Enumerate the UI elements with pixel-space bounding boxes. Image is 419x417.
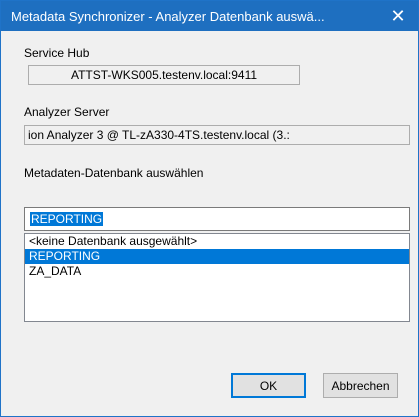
cancel-button[interactable]: Abbrechen <box>323 373 398 398</box>
database-select-label: Metadaten-Datenbank auswählen <box>24 166 204 180</box>
close-icon[interactable]: ✕ <box>378 1 418 31</box>
list-item[interactable]: REPORTING <box>25 249 409 264</box>
service-hub-field: ATTST-WKS005.testenv.local:9411 <box>28 65 300 85</box>
analyzer-server-field: ion Analyzer 3 @ TL-zA330-4TS.testenv.lo… <box>24 125 410 145</box>
list-item[interactable]: ZA_DATA <box>25 264 409 279</box>
dialog-window: Metadata Synchronizer - Analyzer Datenba… <box>0 0 419 417</box>
window-title: Metadata Synchronizer - Analyzer Datenba… <box>11 9 325 24</box>
ok-button[interactable]: OK <box>231 373 306 398</box>
title-bar[interactable]: Metadata Synchronizer - Analyzer Datenba… <box>1 1 418 31</box>
list-item[interactable]: <keine Datenbank ausgewählt> <box>25 234 409 249</box>
database-listbox[interactable]: <keine Datenbank ausgewählt> REPORTING Z… <box>24 233 410 322</box>
database-input[interactable]: REPORTING <box>24 207 410 231</box>
service-hub-label: Service Hub <box>24 46 90 60</box>
analyzer-server-label: Analyzer Server <box>24 105 110 119</box>
database-input-value: REPORTING <box>30 212 104 226</box>
